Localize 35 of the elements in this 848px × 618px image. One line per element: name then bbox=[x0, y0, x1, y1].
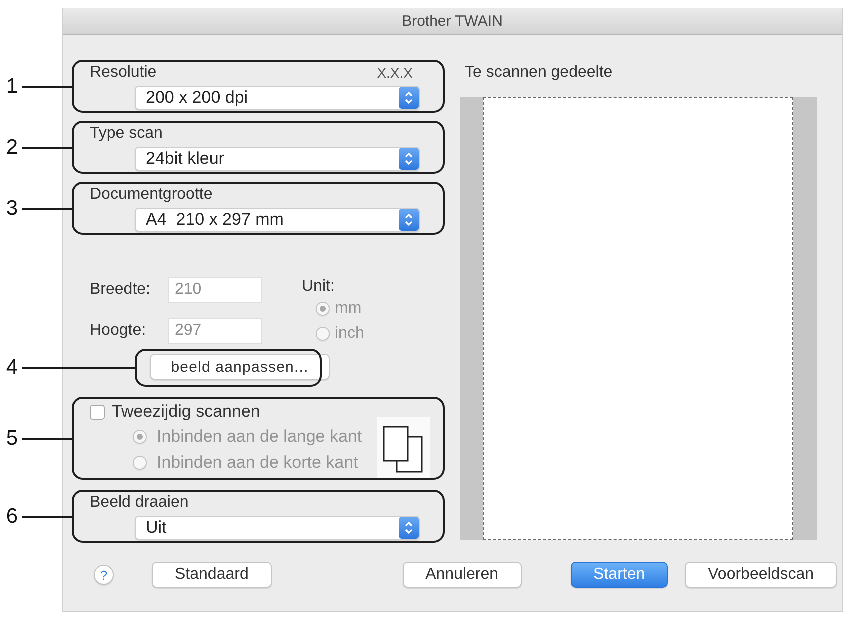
field-label: Hoogte: bbox=[90, 322, 148, 339]
dropdown[interactable]: A4 210 x 297 mm bbox=[135, 208, 420, 232]
stepper-arrows-icon bbox=[399, 148, 419, 170]
radio-label: Inbinden aan de korte kant bbox=[157, 454, 358, 472]
stepper-arrows-icon bbox=[399, 517, 419, 539]
callout-number: 1 bbox=[6, 76, 18, 98]
footer-button[interactable]: Annuleren bbox=[402, 562, 522, 588]
stepper-arrows-icon bbox=[399, 209, 419, 231]
callout-number: 2 bbox=[6, 136, 18, 158]
footer-button[interactable]: Voorbeeldscan bbox=[685, 562, 837, 588]
radio-label: mm bbox=[335, 300, 362, 318]
callout-number: 5 bbox=[6, 428, 18, 450]
field-label: Type scan bbox=[90, 126, 163, 142]
radio-label: inch bbox=[335, 324, 364, 342]
dropdown[interactable]: Uit bbox=[135, 516, 420, 540]
dropdown[interactable]: 200 x 200 dpi bbox=[135, 86, 420, 110]
callout-number: 3 bbox=[6, 198, 18, 220]
version-label: X.X.X bbox=[377, 65, 413, 81]
stepper-arrows-icon bbox=[399, 87, 419, 109]
checkbox[interactable] bbox=[90, 404, 105, 420]
adjust-image-button[interactable]: beeld aanpassen... bbox=[150, 354, 330, 380]
field-label: Beeld draaien bbox=[90, 495, 189, 511]
window-title: Brother TWAIN bbox=[402, 12, 503, 30]
callout-number: 6 bbox=[6, 506, 18, 528]
unit-label: Unit: bbox=[302, 279, 336, 295]
checkbox-label: Tweezijdig scannen bbox=[112, 403, 260, 421]
dropdown[interactable]: 24bit kleur bbox=[135, 147, 420, 171]
field-label: Documentgrootte bbox=[90, 187, 213, 203]
footer-button[interactable]: Standaard bbox=[152, 562, 272, 588]
help-button[interactable]: ? bbox=[94, 565, 114, 585]
field-label: Resolutie bbox=[90, 65, 157, 81]
radio-label: Inbinden aan de lange kant bbox=[157, 428, 362, 446]
callout-number: 4 bbox=[6, 357, 18, 379]
field-label: Breedte: bbox=[90, 282, 152, 298]
preview-label: Te scannen gedeelte bbox=[465, 65, 614, 81]
